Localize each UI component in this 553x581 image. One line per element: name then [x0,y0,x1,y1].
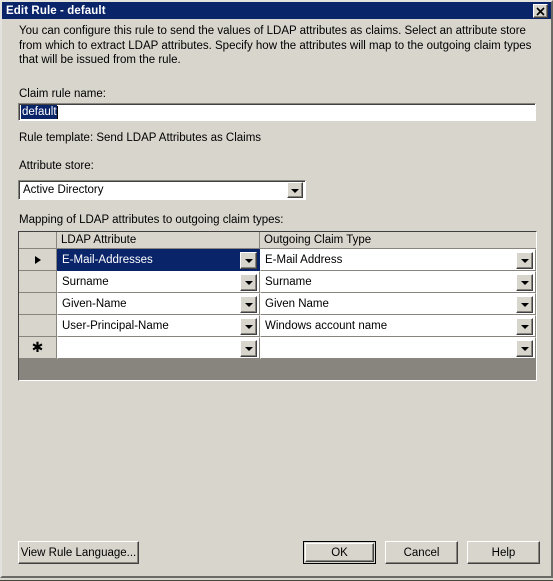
chevron-down-icon[interactable] [516,339,533,357]
rule-template-text: Rule template: Send LDAP Attributes as C… [19,132,262,144]
outgoing-claim-type-value: Given Name [265,298,329,310]
claim-rule-name-input[interactable]: default [18,103,536,121]
chevron-down-icon[interactable] [516,251,533,269]
attribute-store-label: Attribute store: [19,160,94,172]
ldap-attribute-cell[interactable]: E-Mail-Addresses [57,249,260,271]
edit-rule-dialog: Edit Rule - default You can configure th… [0,0,553,578]
view-rule-language-button[interactable]: View Rule Language... [18,541,139,564]
mapping-label: Mapping of LDAP attributes to outgoing c… [19,214,284,226]
row-selector[interactable] [19,293,57,315]
chevron-down-icon[interactable] [240,317,257,335]
view-rule-language-label: View Rule Language... [20,546,137,559]
title-bar: Edit Rule - default [2,2,551,19]
grid-header-ldap-attribute[interactable]: LDAP Attribute [57,232,260,248]
dialog-description: You can configure this rule to send the … [19,25,532,66]
ldap-attribute-cell[interactable]: Given-Name [57,293,260,315]
outgoing-claim-type-cell[interactable]: Surname [260,271,536,293]
new-row-icon: ✱ [31,339,44,356]
grid-header-outgoing-claim-type[interactable]: Outgoing Claim Type [260,232,536,248]
outgoing-claim-type-value: Windows account name [265,320,388,332]
grid-inner: LDAP Attribute Outgoing Claim Type E-Mai… [19,232,536,380]
chevron-down-icon[interactable] [240,273,257,291]
outgoing-claim-type-value: Surname [265,276,312,288]
table-row[interactable]: E-Mail-Addresses E-Mail Address [19,249,536,271]
cancel-label: Cancel [403,546,440,559]
row-selector[interactable]: ✱ [19,337,57,359]
cancel-button[interactable]: Cancel [385,541,458,564]
ldap-attribute-value: E-Mail-Addresses [62,254,153,266]
ldap-attribute-cell[interactable]: Surname [57,271,260,293]
outgoing-claim-type-cell[interactable]: E-Mail Address [260,249,536,271]
attribute-store-select[interactable]: Active Directory [18,180,306,200]
grid-header-row: LDAP Attribute Outgoing Claim Type [19,232,536,249]
ok-label: OK [331,546,348,559]
outgoing-claim-type-cell[interactable]: Windows account name [260,315,536,337]
chevron-down-icon[interactable] [516,295,533,313]
help-button[interactable]: Help [467,541,540,564]
claim-mapping-grid: LDAP Attribute Outgoing Claim Type E-Mai… [18,231,537,381]
outgoing-claim-type-cell[interactable] [260,337,536,359]
ok-button[interactable]: OK [303,541,376,564]
chevron-down-icon[interactable] [240,339,257,357]
ldap-attribute-value: User-Principal-Name [62,320,169,332]
grid-header-rowselector [19,232,57,248]
title-bar-buttons [533,3,551,18]
chevron-down-icon[interactable] [240,295,257,313]
chevron-down-icon[interactable] [516,273,533,291]
attribute-store-value: Active Directory [23,184,104,196]
row-selector[interactable] [19,315,57,337]
ok-button-inner: OK [305,543,374,562]
table-row[interactable]: Surname Surname [19,271,536,293]
chevron-down-icon[interactable] [287,182,303,198]
text-caret [56,105,58,119]
window-title: Edit Rule - default [6,4,106,17]
chevron-down-icon[interactable] [516,317,533,335]
close-button[interactable] [533,3,548,18]
row-selector[interactable] [19,271,57,293]
table-row[interactable]: Given-Name Given Name [19,293,536,315]
grid-body: E-Mail-Addresses E-Mail Address Surname Sur… [19,249,536,359]
current-row-icon [34,255,41,264]
ldap-attribute-cell[interactable] [57,337,260,359]
ldap-attribute-value: Given-Name [62,298,127,310]
ldap-attribute-cell[interactable]: User-Principal-Name [57,315,260,337]
table-row[interactable]: User-Principal-Name Windows account name [19,315,536,337]
outgoing-claim-type-value: E-Mail Address [265,254,343,266]
row-selector[interactable] [19,249,57,271]
claim-rule-name-value: default [21,105,57,119]
table-row[interactable]: ✱ [19,337,536,359]
claim-rule-name-label: Claim rule name: [19,88,106,100]
grid-empty-area [19,359,536,380]
help-label: Help [491,546,516,559]
outgoing-claim-type-cell[interactable]: Given Name [260,293,536,315]
ldap-attribute-value: Surname [62,276,109,288]
chevron-down-icon[interactable] [240,251,257,269]
